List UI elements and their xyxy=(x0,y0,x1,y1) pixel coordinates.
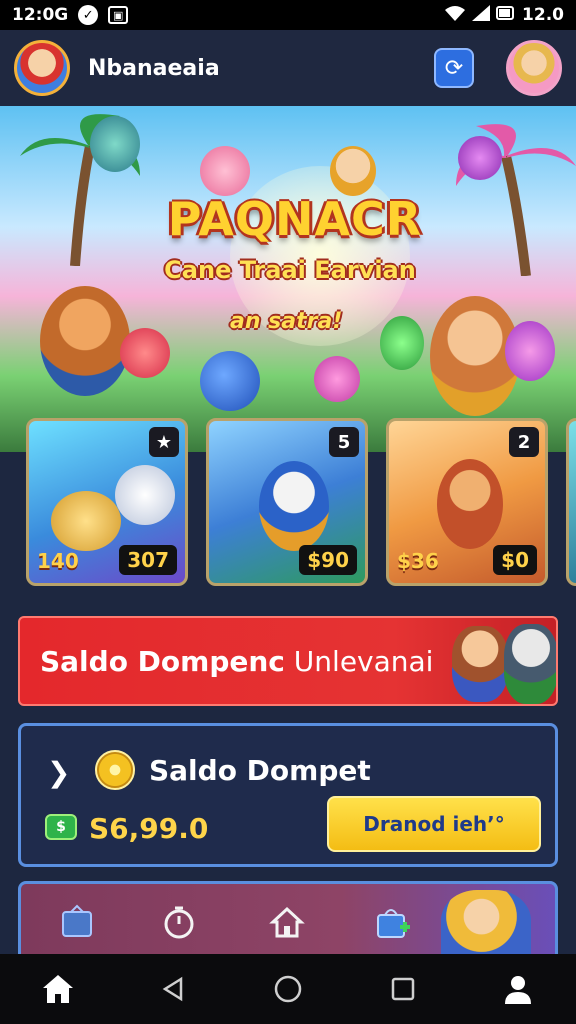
card-character xyxy=(437,459,503,549)
notification-icon: ✓ xyxy=(78,5,99,25)
fox-character xyxy=(40,286,130,396)
wallet-amount: S6,99.0 xyxy=(89,812,209,845)
profile-avatar[interactable] xyxy=(14,40,70,96)
nav-circle-home-icon[interactable] xyxy=(268,969,308,1009)
boy-character xyxy=(330,146,376,196)
pink-pig-character xyxy=(200,146,250,196)
hero-title: PAQNACR xyxy=(167,192,423,246)
promo-character xyxy=(504,624,556,704)
nav-profile-icon[interactable] xyxy=(498,969,538,1009)
app-notification-icon: ▣ xyxy=(108,6,129,24)
game-card-3[interactable]: 2 $36 $0 xyxy=(386,418,548,586)
card-price: 307 xyxy=(119,545,177,575)
gift-icon[interactable] xyxy=(57,902,97,942)
status-bar: 12:0G ✓ ▣ 12.0 xyxy=(0,0,576,30)
hero-tagline: an satra! xyxy=(230,309,343,334)
card-left-value: 140 xyxy=(37,549,79,573)
game-card-2[interactable]: 5 $90 xyxy=(206,418,368,586)
cat-creature xyxy=(90,116,140,172)
quick-menu-character xyxy=(441,890,531,961)
green-creature xyxy=(380,316,424,370)
coin-icon xyxy=(95,750,135,790)
expand-arrow-icon[interactable]: ❯ xyxy=(47,756,70,789)
purple-creature xyxy=(505,321,555,381)
nav-home-icon[interactable] xyxy=(38,969,78,1009)
card-character xyxy=(115,465,175,525)
status-right-text: 12.0 xyxy=(522,5,564,25)
card-character xyxy=(259,461,329,551)
wallet-card: ❯ Saldo Dompet $ S6,99.0 Dranod ieh’° xyxy=(18,723,558,867)
shop-bag-icon[interactable] xyxy=(373,902,413,942)
app-header: Nbanaeaia ⟳ xyxy=(0,30,576,106)
refresh-button[interactable]: ⟳ xyxy=(434,48,474,88)
nav-recents-icon[interactable] xyxy=(383,969,423,1009)
card-character xyxy=(51,491,121,551)
promo-thin-text: Unlevanai xyxy=(284,644,434,678)
card-badge: ★ xyxy=(149,427,179,457)
wallet-action-button[interactable]: Dranod ieh’° xyxy=(327,796,541,852)
game-card-partial[interactable] xyxy=(566,418,576,586)
refresh-icon: ⟳ xyxy=(444,55,464,81)
system-nav-bar xyxy=(0,954,576,1024)
app-screen: 12:0G ✓ ▣ 12.0 Nbanaeaia ⟳ PAQNACR Cane … xyxy=(0,0,576,1024)
card-price: $0 xyxy=(493,545,537,575)
money-icon: $ xyxy=(45,814,77,840)
red-ball-icon xyxy=(120,328,170,378)
battery-icon xyxy=(496,5,516,26)
promo-banner[interactable]: Saldo Dompenc Unlevanai xyxy=(18,616,558,706)
hero-subtitle: Cane Traai Earvian xyxy=(164,256,416,284)
timer-icon[interactable] xyxy=(159,902,199,942)
promo-bold-text: Saldo Dompenc xyxy=(40,644,285,678)
promo-text: Saldo Dompenc Unlevanai xyxy=(40,645,433,678)
wifi-icon xyxy=(444,5,466,26)
blue-creature xyxy=(200,351,260,411)
nav-back-icon[interactable] xyxy=(153,969,193,1009)
user-avatar[interactable] xyxy=(506,40,562,96)
app-title: Nbanaeaia xyxy=(88,55,220,81)
card-badge: 2 xyxy=(509,427,539,457)
pink-creature xyxy=(314,356,360,402)
signal-icon xyxy=(472,4,491,26)
status-time: 12:0G xyxy=(12,5,69,25)
card-badge: 5 xyxy=(329,427,359,457)
hero-banner[interactable]: PAQNACR Cane Traai Earvian an satra! xyxy=(0,106,576,452)
quick-menu-panel xyxy=(18,881,558,961)
bird-creature xyxy=(458,136,502,180)
wallet-title: Saldo Dompet xyxy=(149,754,371,787)
card-price: $90 xyxy=(299,545,357,575)
card-left-value: $36 xyxy=(397,549,439,573)
game-card-1[interactable]: ★ 140 307 xyxy=(26,418,188,586)
home-icon[interactable] xyxy=(267,902,307,942)
promo-character xyxy=(452,626,508,702)
